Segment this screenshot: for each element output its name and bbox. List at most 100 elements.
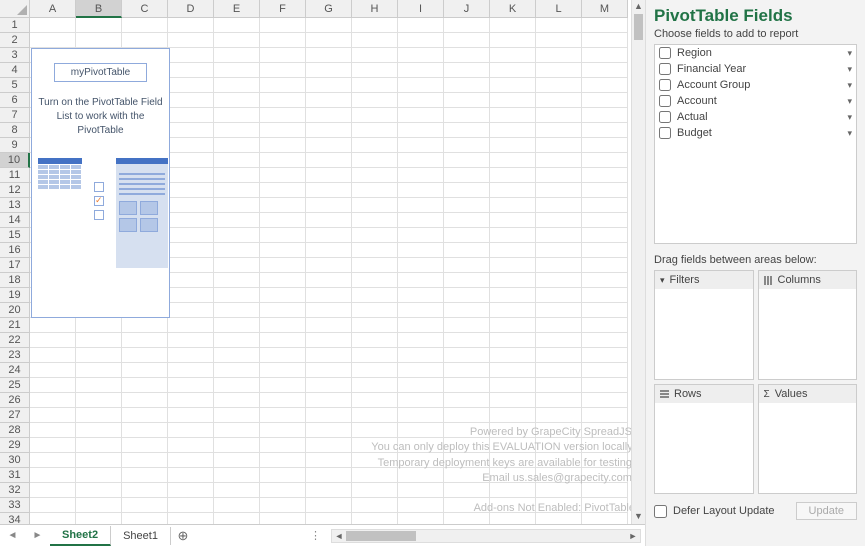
cell[interactable] — [168, 78, 214, 93]
row-header-28[interactable]: 28 — [0, 423, 30, 438]
cell[interactable] — [306, 243, 352, 258]
cell[interactable] — [306, 123, 352, 138]
cell[interactable] — [582, 393, 628, 408]
cell[interactable] — [214, 243, 260, 258]
cell[interactable] — [260, 258, 306, 273]
cell[interactable] — [352, 138, 398, 153]
vertical-scrollbar[interactable]: ▲ ▼ — [631, 0, 645, 524]
cell[interactable] — [168, 423, 214, 438]
cell[interactable] — [122, 33, 168, 48]
cell[interactable] — [214, 378, 260, 393]
cell[interactable] — [490, 408, 536, 423]
cell[interactable] — [214, 408, 260, 423]
cell[interactable] — [122, 423, 168, 438]
cell[interactable] — [536, 318, 582, 333]
col-header-H[interactable]: H — [352, 0, 398, 18]
cell[interactable] — [260, 288, 306, 303]
vscroll-thumb[interactable] — [634, 14, 643, 40]
cell[interactable] — [490, 228, 536, 243]
cell[interactable] — [306, 213, 352, 228]
cell[interactable] — [352, 48, 398, 63]
cell[interactable] — [444, 153, 490, 168]
cell[interactable] — [168, 108, 214, 123]
row-header-16[interactable]: 16 — [0, 243, 30, 258]
row-header-26[interactable]: 26 — [0, 393, 30, 408]
cell[interactable] — [168, 378, 214, 393]
cell[interactable] — [582, 318, 628, 333]
cell[interactable] — [352, 393, 398, 408]
cell[interactable] — [490, 273, 536, 288]
area-filters[interactable]: Filters — [654, 270, 754, 380]
cell[interactable] — [122, 438, 168, 453]
cell[interactable] — [76, 18, 122, 33]
cell[interactable] — [168, 363, 214, 378]
cell[interactable] — [582, 333, 628, 348]
cell[interactable] — [490, 63, 536, 78]
row-header-2[interactable]: 2 — [0, 33, 30, 48]
cell[interactable] — [444, 363, 490, 378]
cell[interactable] — [352, 198, 398, 213]
cell[interactable] — [398, 393, 444, 408]
cell[interactable] — [490, 138, 536, 153]
cell[interactable] — [352, 18, 398, 33]
cell[interactable] — [168, 333, 214, 348]
cell[interactable] — [214, 363, 260, 378]
cell[interactable] — [398, 48, 444, 63]
cell[interactable] — [306, 48, 352, 63]
col-header-M[interactable]: M — [582, 0, 628, 18]
cell[interactable] — [398, 378, 444, 393]
scroll-left-icon[interactable]: ◄ — [332, 531, 346, 541]
scroll-down-icon[interactable]: ▼ — [632, 510, 645, 524]
cell[interactable] — [214, 93, 260, 108]
cell[interactable] — [490, 318, 536, 333]
cell[interactable] — [214, 348, 260, 363]
cell[interactable] — [398, 63, 444, 78]
cell[interactable] — [582, 408, 628, 423]
cell[interactable] — [168, 273, 214, 288]
row-header-20[interactable]: 20 — [0, 303, 30, 318]
cell[interactable] — [260, 138, 306, 153]
row-header-27[interactable]: 27 — [0, 408, 30, 423]
cell[interactable] — [30, 513, 76, 524]
cell[interactable] — [306, 303, 352, 318]
cell[interactable] — [30, 333, 76, 348]
cell[interactable] — [168, 33, 214, 48]
cell[interactable] — [214, 498, 260, 513]
cell[interactable] — [76, 378, 122, 393]
cell[interactable] — [168, 123, 214, 138]
cell[interactable] — [168, 243, 214, 258]
cell[interactable] — [444, 18, 490, 33]
cell[interactable] — [168, 48, 214, 63]
tab-nav-next-icon[interactable]: ► — [33, 530, 43, 541]
cell[interactable] — [306, 438, 352, 453]
cell[interactable] — [76, 33, 122, 48]
row-header-17[interactable]: 17 — [0, 258, 30, 273]
tab-nav-prev-icon[interactable]: ◄ — [8, 530, 18, 541]
cell[interactable] — [352, 123, 398, 138]
cell[interactable] — [168, 288, 214, 303]
cell[interactable] — [168, 258, 214, 273]
cell[interactable] — [168, 228, 214, 243]
cell[interactable] — [398, 138, 444, 153]
cell[interactable] — [398, 228, 444, 243]
cell[interactable] — [444, 258, 490, 273]
defer-layout-input[interactable] — [654, 505, 667, 518]
cell[interactable] — [306, 423, 352, 438]
cell[interactable] — [306, 333, 352, 348]
area-values[interactable]: Values — [758, 384, 858, 494]
cell[interactable] — [214, 423, 260, 438]
cell[interactable] — [306, 288, 352, 303]
update-button[interactable]: Update — [796, 502, 857, 520]
cell[interactable] — [122, 483, 168, 498]
row-header-22[interactable]: 22 — [0, 333, 30, 348]
cell[interactable] — [168, 453, 214, 468]
cell[interactable] — [444, 288, 490, 303]
cell[interactable] — [76, 393, 122, 408]
field-item[interactable]: Financial Year▾ — [655, 61, 856, 77]
cell[interactable] — [536, 138, 582, 153]
field-dropdown-icon[interactable]: ▾ — [847, 64, 852, 75]
row-header-1[interactable]: 1 — [0, 18, 30, 33]
cell[interactable] — [536, 393, 582, 408]
cell[interactable] — [582, 198, 628, 213]
cell[interactable] — [536, 333, 582, 348]
